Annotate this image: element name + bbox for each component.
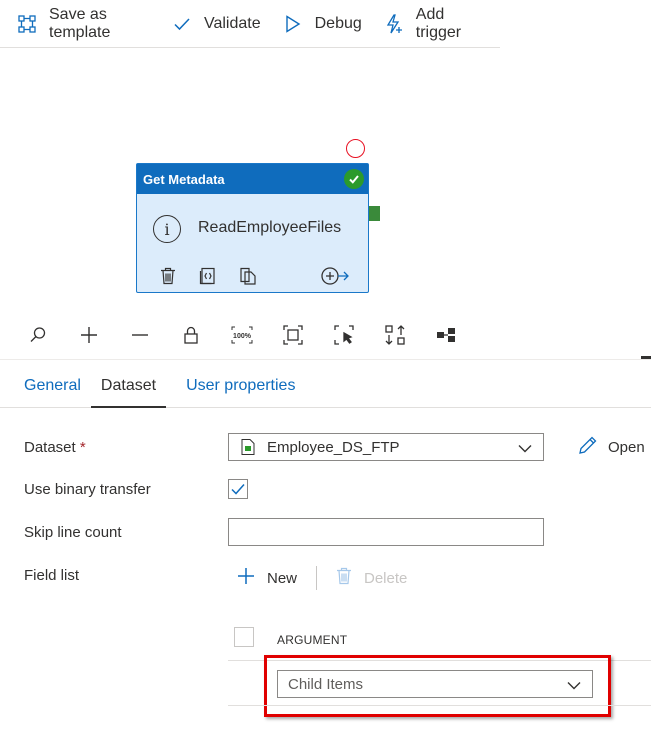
argument-value: Child Items xyxy=(288,675,364,693)
tab-general[interactable]: General xyxy=(24,377,81,407)
search-icon[interactable] xyxy=(27,324,49,346)
debug-button[interactable]: Debug xyxy=(283,0,362,48)
dataset-file-icon xyxy=(241,439,255,455)
pipeline-canvas[interactable]: Get Metadata i ReadEmployeeFiles xyxy=(0,48,651,310)
activity-actions xyxy=(159,266,279,286)
save-as-template-label: Save as template xyxy=(49,5,111,41)
zoom-100-icon[interactable]: 100% xyxy=(231,324,253,346)
add-trigger-button[interactable]: Add trigger xyxy=(384,0,478,48)
activity-header: Get Metadata xyxy=(137,164,368,194)
dataset-label: Dataset xyxy=(24,439,76,456)
debug-label: Debug xyxy=(314,14,362,32)
validate-label: Validate xyxy=(203,14,261,32)
pipeline-editor: Save as template Validate Debug Add trig… xyxy=(0,0,651,742)
auto-align-icon[interactable] xyxy=(384,324,406,346)
grid-row-divider xyxy=(228,705,651,706)
delete-field-button: Delete xyxy=(336,567,407,589)
skip-line-count-label: Skip line count xyxy=(24,524,122,541)
chevron-down-icon xyxy=(566,677,582,697)
pencil-icon xyxy=(578,435,598,459)
lightning-icon xyxy=(384,13,404,34)
dataset-label-row: Dataset * xyxy=(24,439,86,456)
pipeline-toolbar: Save as template Validate Debug Add trig… xyxy=(0,0,500,48)
new-field-button[interactable]: New xyxy=(237,567,297,589)
toolbar-divider xyxy=(316,566,317,590)
activity-body: i ReadEmployeeFiles xyxy=(137,194,368,292)
info-icon: i xyxy=(153,215,181,243)
lock-icon[interactable] xyxy=(180,324,202,346)
new-label: New xyxy=(267,569,298,587)
add-output-icon[interactable] xyxy=(320,266,350,291)
argument-dropdown[interactable]: Child Items xyxy=(277,670,593,698)
required-mark: * xyxy=(79,439,86,456)
copy-icon[interactable] xyxy=(239,266,257,286)
dataset-value: Employee_DS_FTP xyxy=(267,438,400,456)
multi-select-icon[interactable] xyxy=(333,324,355,346)
fit-to-screen-icon[interactable] xyxy=(282,324,304,346)
checkmark-icon xyxy=(172,14,192,34)
validate-button[interactable]: Validate xyxy=(172,0,261,48)
success-check-icon xyxy=(344,169,364,189)
activity-name: ReadEmployeeFiles xyxy=(198,219,342,236)
delete-icon[interactable] xyxy=(159,266,177,286)
plus-icon xyxy=(237,567,255,589)
play-icon xyxy=(283,14,303,34)
zoom-out-icon[interactable] xyxy=(129,324,151,346)
argument-column-header: ARGUMENT xyxy=(277,633,348,647)
success-handle[interactable] xyxy=(369,206,380,221)
binary-transfer-label: Use binary transfer xyxy=(24,481,151,498)
zoom-100-text: 100% xyxy=(233,333,252,340)
canvas-toolbar: 100% xyxy=(0,310,651,360)
failure-handle-icon[interactable] xyxy=(346,139,365,158)
save-as-template-button[interactable]: Save as template xyxy=(17,0,150,48)
activity-type-label: Get Metadata xyxy=(143,171,225,187)
delete-label: Delete xyxy=(364,569,408,587)
select-all-checkbox[interactable] xyxy=(234,627,254,647)
properties-tabs: General Dataset User properties xyxy=(0,362,651,408)
skip-line-count-input[interactable] xyxy=(228,518,544,546)
checkbox-check-icon xyxy=(231,484,245,495)
open-label: Open xyxy=(608,438,645,456)
binary-transfer-checkbox[interactable] xyxy=(228,479,248,499)
panel-resize-handle[interactable] xyxy=(641,356,651,359)
delete-disabled-icon xyxy=(336,567,352,589)
open-dataset-button[interactable]: Open xyxy=(578,435,645,459)
field-list-label: Field list xyxy=(24,567,80,584)
tab-dataset[interactable]: Dataset xyxy=(90,377,167,408)
chevron-down-icon xyxy=(517,440,533,460)
code-icon[interactable] xyxy=(199,266,217,286)
add-trigger-label: Add trigger xyxy=(415,5,462,41)
minimap-icon[interactable] xyxy=(435,324,457,346)
activity-get-metadata[interactable]: Get Metadata i ReadEmployeeFiles xyxy=(136,163,369,293)
zoom-in-icon[interactable] xyxy=(78,324,100,346)
template-icon xyxy=(17,14,37,34)
tab-user-properties[interactable]: User properties xyxy=(186,377,295,407)
dataset-dropdown[interactable]: Employee_DS_FTP xyxy=(228,433,544,461)
